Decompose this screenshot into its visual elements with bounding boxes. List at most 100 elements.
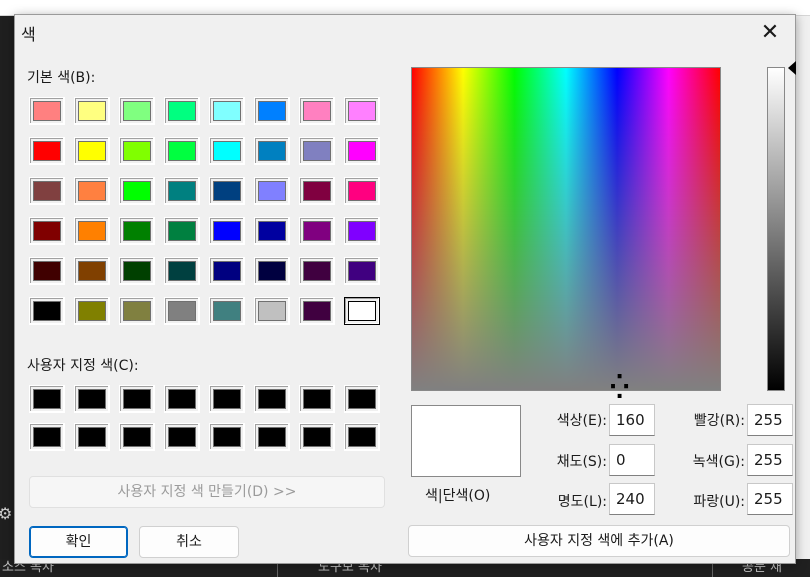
basic-color-swatch-fill [33,141,61,161]
saturation-field[interactable] [609,444,655,476]
custom-color-swatch-fill [123,427,151,447]
basic-color-swatch[interactable] [164,97,200,125]
custom-color-swatch[interactable] [254,385,290,413]
red-field[interactable] [747,404,793,436]
basic-color-swatch[interactable] [299,177,335,205]
basic-color-swatch[interactable] [74,257,110,285]
basic-color-swatch[interactable] [299,97,335,125]
basic-color-swatch-fill [168,301,196,321]
custom-color-swatch-fill [123,389,151,409]
color-spectrum[interactable] [411,67,721,391]
luminosity-label: 명도(L): [557,494,607,510]
basic-color-swatch[interactable] [254,217,290,245]
custom-color-swatch[interactable] [299,385,335,413]
basic-color-swatch[interactable] [254,137,290,165]
basic-color-swatch[interactable] [254,297,290,325]
green-field[interactable] [747,444,793,476]
custom-color-swatch[interactable] [29,385,65,413]
basic-color-swatch[interactable] [119,97,155,125]
basic-color-swatch[interactable] [74,137,110,165]
custom-color-swatch[interactable] [209,385,245,413]
basic-color-swatch[interactable] [74,217,110,245]
color-solid-label[interactable]: 색|단색(O) [425,485,490,505]
basic-color-swatch[interactable] [254,257,290,285]
basic-color-swatch[interactable] [29,297,65,325]
basic-color-swatch-fill [258,141,286,161]
basic-color-swatch-fill [123,301,151,321]
custom-color-swatch[interactable] [119,423,155,451]
custom-color-swatch[interactable] [74,423,110,451]
basic-color-swatch[interactable] [29,97,65,125]
basic-color-swatch[interactable] [164,257,200,285]
basic-color-swatch[interactable] [164,177,200,205]
green-label: 녹색(G): [692,454,745,470]
basic-color-swatch[interactable] [29,217,65,245]
basic-color-swatch[interactable] [119,177,155,205]
luminosity-bar[interactable] [767,67,785,391]
add-to-custom-colors-button[interactable]: 사용자 지정 색에 추가(A) [408,525,790,557]
blue-field[interactable] [747,483,793,515]
basic-color-swatch[interactable] [119,257,155,285]
basic-color-swatch-fill [168,221,196,241]
custom-color-swatch[interactable] [299,423,335,451]
basic-color-swatch[interactable] [344,217,380,245]
basic-color-swatch[interactable] [344,177,380,205]
basic-color-swatch[interactable] [164,297,200,325]
basic-color-swatch-fill [123,141,151,161]
basic-color-swatch[interactable] [344,97,380,125]
crosshair-icon[interactable]: ⁛ [610,377,629,399]
basic-color-swatch[interactable] [209,297,245,325]
luminosity-field[interactable] [609,483,655,515]
basic-color-swatch[interactable] [119,297,155,325]
define-custom-colors-button[interactable]: 사용자 지정 색 만들기(D) >> [29,476,385,508]
basic-color-swatch[interactable] [164,137,200,165]
basic-color-swatch[interactable] [29,257,65,285]
custom-color-swatch[interactable] [164,385,200,413]
basic-color-swatch-fill [303,221,331,241]
basic-color-swatch[interactable] [119,217,155,245]
custom-color-swatch[interactable] [119,385,155,413]
basic-color-swatch-fill [213,101,241,121]
basic-color-swatch[interactable] [344,297,380,325]
basic-color-swatch[interactable] [299,217,335,245]
custom-color-swatch-fill [303,427,331,447]
basic-color-swatch[interactable] [254,97,290,125]
basic-color-swatch[interactable] [344,257,380,285]
custom-color-swatch[interactable] [344,385,380,413]
basic-color-swatch[interactable] [29,177,65,205]
luminosity-slider-arrow-icon[interactable] [788,61,796,75]
custom-color-swatch-fill [258,427,286,447]
cancel-button[interactable]: 취소 [139,526,239,558]
basic-color-swatch[interactable] [209,177,245,205]
basic-color-swatch-fill [78,221,106,241]
basic-color-swatch[interactable] [299,137,335,165]
color-preview [411,405,521,477]
custom-color-swatch[interactable] [164,423,200,451]
basic-color-swatch[interactable] [209,257,245,285]
close-icon[interactable]: ✕ [755,17,785,49]
hue-field[interactable] [609,404,655,436]
basic-color-swatch[interactable] [209,217,245,245]
custom-color-swatch[interactable] [254,423,290,451]
basic-color-swatch-fill [123,261,151,281]
custom-color-swatch[interactable] [344,423,380,451]
basic-color-swatch[interactable] [299,257,335,285]
basic-color-swatch[interactable] [29,137,65,165]
custom-color-swatch[interactable] [209,423,245,451]
basic-color-swatch[interactable] [299,297,335,325]
basic-color-swatch[interactable] [74,177,110,205]
gear-icon: ⚙ [0,504,13,523]
basic-color-swatch[interactable] [344,137,380,165]
basic-color-swatch-fill [348,181,376,201]
custom-color-swatch-fill [33,427,61,447]
basic-color-swatch[interactable] [254,177,290,205]
basic-color-swatch[interactable] [209,137,245,165]
basic-color-swatch[interactable] [209,97,245,125]
custom-color-swatch[interactable] [74,385,110,413]
basic-color-swatch[interactable] [74,97,110,125]
ok-button[interactable]: 확인 [29,526,128,558]
custom-color-swatch[interactable] [29,423,65,451]
basic-color-swatch[interactable] [119,137,155,165]
basic-color-swatch[interactable] [74,297,110,325]
basic-color-swatch[interactable] [164,217,200,245]
